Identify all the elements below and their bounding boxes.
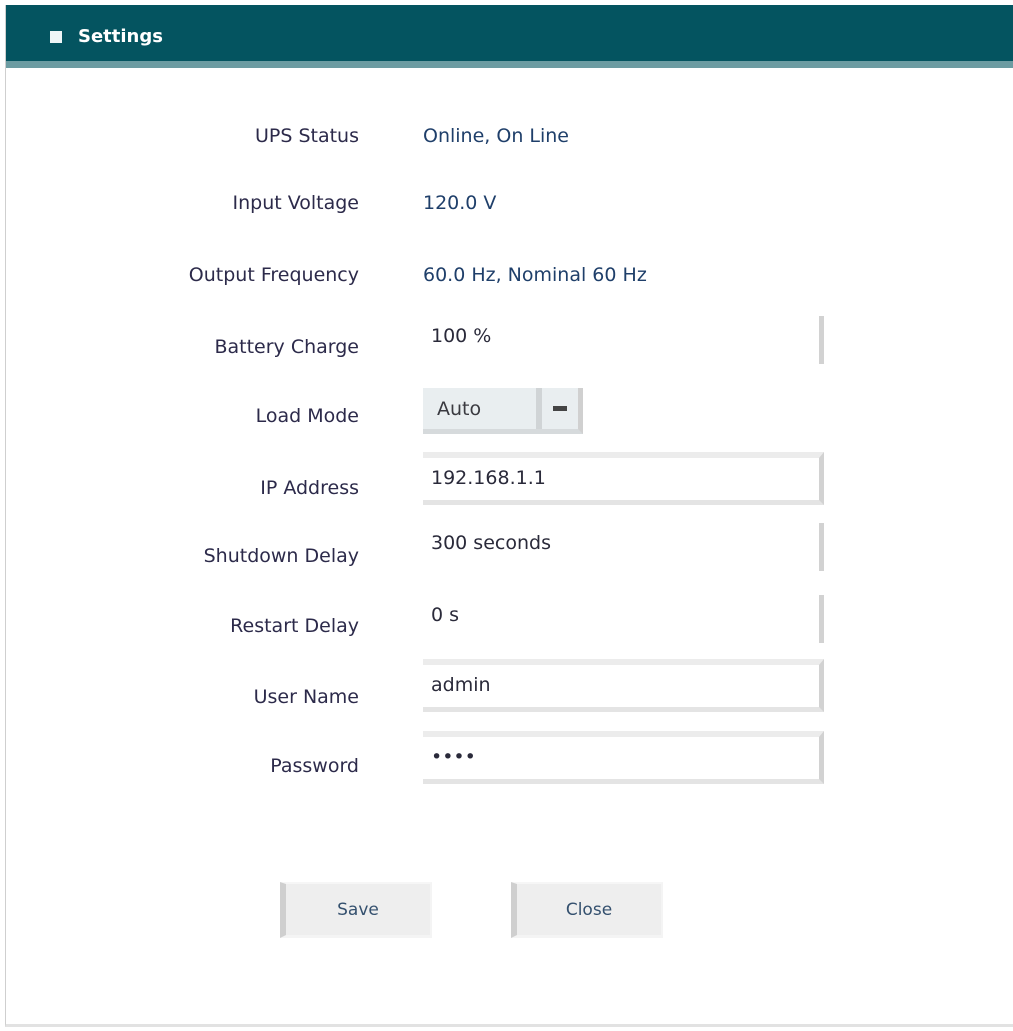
ups-status-value: Online, On Line xyxy=(423,125,569,147)
restart-delay-field[interactable] xyxy=(423,595,824,643)
battery-charge-label: Battery Charge xyxy=(214,336,359,358)
password-field[interactable] xyxy=(423,731,824,784)
ip-address-label: IP Address xyxy=(260,477,359,499)
row-output-frequency: Output Frequency 60.0 Hz, Nominal 60 Hz xyxy=(6,254,1013,294)
cancel-button-label: Close xyxy=(565,900,613,920)
shutdown-delay-field[interactable] xyxy=(423,523,824,571)
load-mode-selected: Auto xyxy=(437,398,482,420)
user-name-input[interactable] xyxy=(431,671,801,699)
shutdown-delay-label: Shutdown Delay xyxy=(203,545,359,567)
cancel-button[interactable]: Close xyxy=(511,882,663,938)
password-input[interactable] xyxy=(431,743,801,771)
output-frequency-value: 60.0 Hz, Nominal 60 Hz xyxy=(423,264,647,286)
dropdown-button[interactable] xyxy=(542,388,578,429)
restart-delay-label: Restart Delay xyxy=(230,615,359,637)
ip-address-field[interactable] xyxy=(423,452,824,505)
ip-address-input[interactable] xyxy=(431,464,801,492)
battery-charge-input[interactable] xyxy=(431,322,801,350)
output-frequency-label: Output Frequency xyxy=(188,264,359,286)
user-name-field[interactable] xyxy=(423,659,824,712)
user-name-label: User Name xyxy=(253,686,359,708)
password-label: Password xyxy=(270,755,359,777)
shutdown-delay-input[interactable] xyxy=(431,529,801,557)
row-ups-status: UPS Status Online, On Line xyxy=(6,115,1013,155)
dropdown-icon xyxy=(553,406,567,411)
input-voltage-value: 120.0 V xyxy=(423,192,497,214)
load-mode-select[interactable]: Auto xyxy=(423,388,583,434)
restart-delay-input[interactable] xyxy=(431,601,801,629)
window-title: Settings xyxy=(78,26,163,47)
load-mode-label: Load Mode xyxy=(255,405,359,427)
app-icon xyxy=(50,31,62,43)
title-bar: Settings xyxy=(6,5,1013,68)
input-voltage-label: Input Voltage xyxy=(232,192,359,214)
settings-window: Settings UPS Status Online, On Line Inpu… xyxy=(5,5,1013,1027)
battery-charge-field[interactable] xyxy=(423,316,824,364)
ok-button-label: Save xyxy=(337,900,379,920)
ok-button[interactable]: Save xyxy=(280,882,432,938)
row-input-voltage: Input Voltage 120.0 V xyxy=(6,182,1013,222)
ups-status-label: UPS Status xyxy=(254,125,359,147)
